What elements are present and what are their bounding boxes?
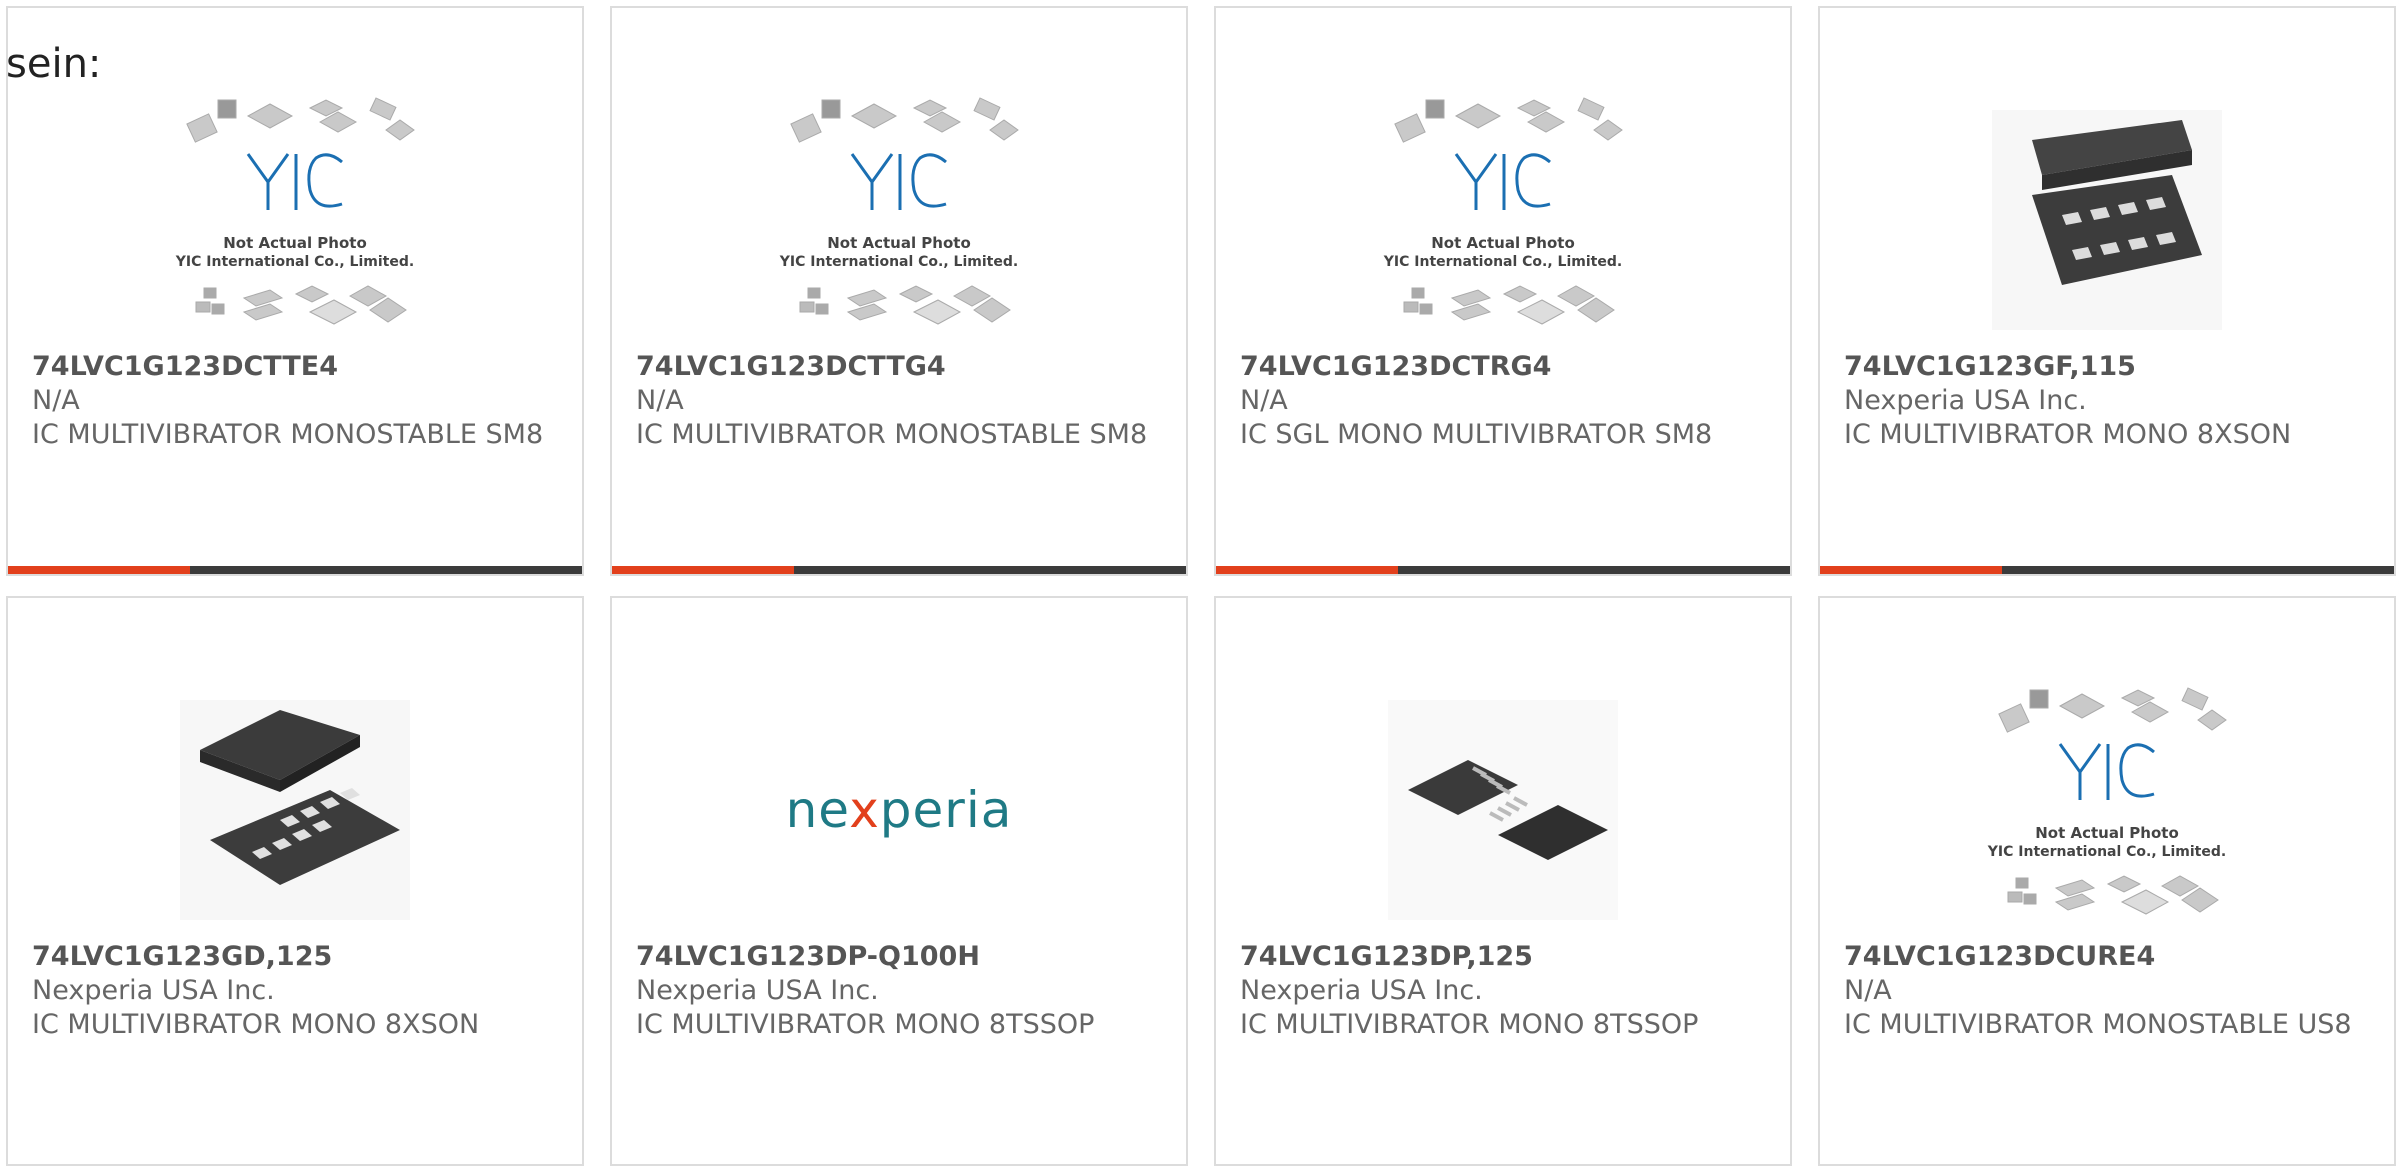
description: IC MULTIVIBRATOR MONOSTABLE US8 <box>1844 1009 2352 1040</box>
product-image: Not Actual Photo YIC International Co., … <box>1972 680 2242 940</box>
manufacturer: Nexperia USA Inc. <box>1844 385 2087 416</box>
yic-placeholder-image: Not Actual Photo YIC International Co., … <box>1987 687 2227 915</box>
part-number[interactable]: 74LVC1G123GD,125 <box>32 940 562 974</box>
product-card[interactable]: Not Actual Photo YIC International Co., … <box>610 6 1188 576</box>
part-number[interactable]: 74LVC1G123DCTRG4 <box>1240 350 1770 384</box>
product-image: Not Actual Photo YIC International Co., … <box>1368 90 1638 350</box>
part-number[interactable]: 74LVC1G123DCTTE4 <box>32 350 562 384</box>
part-number[interactable]: 74LVC1G123DCTTG4 <box>636 350 1166 384</box>
description: IC MULTIVIBRATOR MONO 8TSSOP <box>636 1009 1095 1040</box>
description: IC MULTIVIBRATOR MONO 8XSON <box>1844 419 2292 450</box>
card-bar <box>8 566 582 574</box>
product-card[interactable]: Not Actual Photo YIC International Co., … <box>1214 6 1792 576</box>
product-image <box>1368 680 1638 940</box>
product-card[interactable]: 74LVC1G123DP,125 Nexperia USA Inc. IC MU… <box>1214 596 1792 1166</box>
nexperia-logo: nexperia <box>785 781 1013 839</box>
description: IC MULTIVIBRATOR MONOSTABLE SM8 <box>636 419 1148 450</box>
part-number[interactable]: 74LVC1G123GF,115 <box>1844 350 2374 384</box>
intro-text: sein: <box>6 41 102 87</box>
manufacturer: Nexperia USA Inc. <box>32 975 275 1006</box>
product-image: Not Actual Photo YIC International Co., … <box>764 90 1034 350</box>
yic-placeholder-image: Not Actual Photo YIC International Co., … <box>779 97 1019 325</box>
manufacturer: N/A <box>1844 975 1892 1006</box>
tssop-package-image <box>1388 700 1618 920</box>
placeholder-line1: Not Actual Photo <box>223 234 367 252</box>
placeholder-line1: Not Actual Photo <box>1431 234 1575 252</box>
yic-placeholder-image: Not Actual Photo YIC International Co., … <box>1383 97 1623 325</box>
description: IC SGL MONO MULTIVIBRATOR SM8 <box>1240 419 1713 450</box>
placeholder-line2: YIC International Co., Limited. <box>175 254 414 270</box>
product-card[interactable]: Not Actual Photo YIC International Co., … <box>6 6 584 576</box>
placeholder-line2: YIC International Co., Limited. <box>779 254 1018 270</box>
description: IC MULTIVIBRATOR MONOSTABLE SM8 <box>32 419 544 450</box>
placeholder-line1: Not Actual Photo <box>827 234 971 252</box>
xson-package-image <box>180 700 410 920</box>
product-image: Not Actual Photo YIC International Co., … <box>160 90 430 350</box>
product-card[interactable]: Not Actual Photo YIC International Co., … <box>1818 596 2396 1166</box>
part-number[interactable]: 74LVC1G123DP,125 <box>1240 940 1770 974</box>
yic-placeholder-image: Not Actual Photo YIC International Co., … <box>175 97 415 325</box>
description: IC MULTIVIBRATOR MONO 8TSSOP <box>1240 1009 1699 1040</box>
product-image <box>160 680 430 940</box>
placeholder-line2: YIC International Co., Limited. <box>1383 254 1622 270</box>
placeholder-line1: Not Actual Photo <box>2035 824 2179 842</box>
manufacturer: Nexperia USA Inc. <box>1240 975 1483 1006</box>
product-image: nexperia <box>764 680 1034 940</box>
manufacturer: N/A <box>1240 385 1288 416</box>
manufacturer: Nexperia USA Inc. <box>636 975 879 1006</box>
card-bar <box>1820 566 2394 574</box>
part-number[interactable]: 74LVC1G123DP-Q100H <box>636 940 1166 974</box>
product-image <box>1972 90 2242 350</box>
product-card[interactable]: 74LVC1G123GD,125 Nexperia USA Inc. IC MU… <box>6 596 584 1166</box>
placeholder-line2: YIC International Co., Limited. <box>1987 844 2226 860</box>
card-bar <box>1216 566 1790 574</box>
description: IC MULTIVIBRATOR MONO 8XSON <box>32 1009 480 1040</box>
xson-package-image <box>1992 110 2222 330</box>
part-number[interactable]: 74LVC1G123DCURE4 <box>1844 940 2374 974</box>
card-bar <box>612 566 1186 574</box>
manufacturer: N/A <box>32 385 80 416</box>
product-card[interactable]: 74LVC1G123GF,115 Nexperia USA Inc. IC MU… <box>1818 6 2396 576</box>
manufacturer: N/A <box>636 385 684 416</box>
product-card[interactable]: nexperia 74LVC1G123DP-Q100H Nexperia USA… <box>610 596 1188 1166</box>
